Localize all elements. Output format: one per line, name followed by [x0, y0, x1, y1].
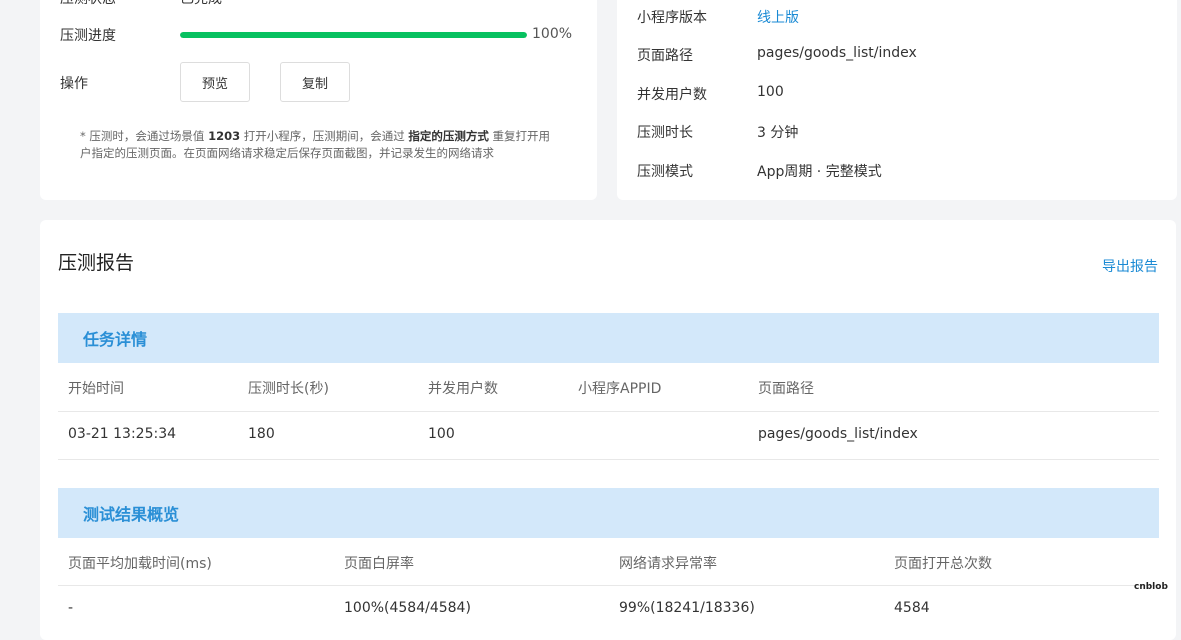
table-cell: -	[68, 600, 74, 616]
result-overview-section-title: 测试结果概览	[58, 488, 1159, 538]
stress-test-note: * 压测时，会通过场景值 1203 打开小程序，压测期间，会通过 指定的压测方式…	[80, 128, 560, 162]
table-divider	[58, 411, 1159, 412]
table-cell: 03-21 13:25:34	[68, 426, 177, 442]
mode-value: App周期 · 完整模式	[757, 164, 882, 180]
table-header: 页面打开总次数	[894, 556, 992, 572]
note-mode-text: 指定的压测方式	[408, 129, 489, 143]
task-info-card: 压测状态 已完成 压测进度 100% 操作 预览 复制 * 压测时，会通过场景值…	[40, 0, 597, 200]
status-value: 已完成	[180, 0, 222, 8]
watermark-logo: cnblob	[1134, 582, 1168, 592]
path-value: pages/goods_list/index	[757, 45, 917, 61]
copy-button[interactable]: 复制	[280, 62, 350, 102]
config-card: 小程序版本 线上版 页面路径 pages/goods_list/index 并发…	[617, 0, 1177, 200]
mode-label: 压测模式	[637, 164, 693, 180]
actions-label: 操作	[60, 76, 88, 92]
status-label: 压测状态	[60, 0, 116, 8]
table-header: 开始时间	[68, 381, 124, 397]
task-detail-section-title: 任务详情	[58, 313, 1159, 363]
table-header: 页面平均加载时间(ms)	[68, 556, 212, 572]
users-label: 并发用户数	[637, 87, 707, 103]
note-text: * 压测时，会通过场景值	[80, 129, 209, 143]
table-header: 并发用户数	[428, 381, 498, 397]
progress-bar	[180, 32, 527, 38]
table-cell: 100%(4584/4584)	[344, 600, 471, 616]
table-divider	[58, 459, 1159, 460]
progress-bar-fill	[180, 32, 527, 38]
table-cell: 180	[248, 426, 275, 442]
version-label: 小程序版本	[637, 10, 707, 26]
table-cell: 100	[428, 426, 455, 442]
table-header: 页面路径	[758, 381, 814, 397]
progress-text: 100%	[532, 26, 573, 42]
report-card: 压测报告 导出报告 任务详情 开始时间 压测时长(秒) 并发用户数 小程序APP…	[40, 220, 1176, 640]
table-header: 小程序APPID	[578, 381, 662, 397]
users-value: 100	[757, 84, 784, 100]
table-header: 网络请求异常率	[619, 556, 717, 572]
table-header: 页面白屏率	[344, 556, 414, 572]
table-cell: 99%(18241/18336)	[619, 600, 755, 616]
path-label: 页面路径	[637, 48, 693, 64]
note-text: 打开小程序，压测期间，会通过	[240, 129, 409, 143]
table-header: 压测时长(秒)	[248, 381, 329, 397]
note-scene-value: 1203	[208, 129, 241, 143]
table-cell: pages/goods_list/index	[758, 426, 918, 442]
progress-label: 压测进度	[60, 28, 116, 44]
version-link[interactable]: 线上版	[757, 7, 799, 27]
duration-label: 压测时长	[637, 125, 693, 141]
duration-value: 3 分钟	[757, 125, 799, 141]
table-divider	[58, 585, 1159, 586]
preview-button[interactable]: 预览	[180, 62, 250, 102]
export-report-link[interactable]: 导出报告	[1102, 256, 1158, 276]
table-cell: 4584	[894, 600, 930, 616]
report-title: 压测报告	[58, 252, 135, 274]
